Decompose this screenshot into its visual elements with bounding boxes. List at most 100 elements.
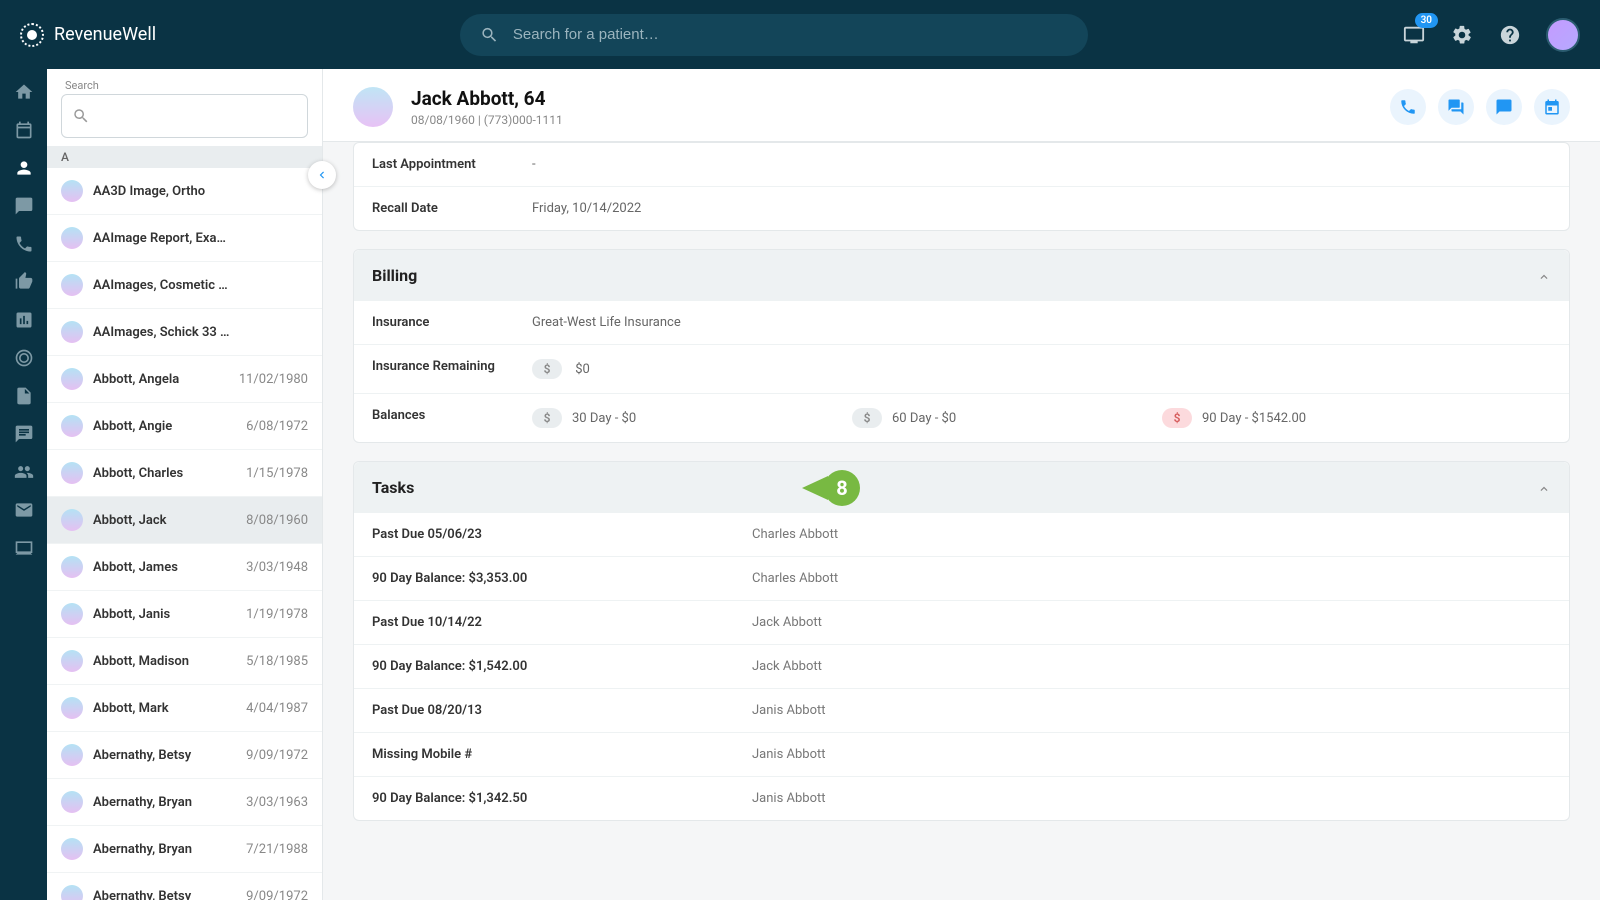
patient-row[interactable]: Abernathy, Bryan7/21/1988 bbox=[47, 826, 322, 873]
tasks-title: Tasks bbox=[372, 478, 414, 497]
nav-team[interactable] bbox=[13, 461, 35, 483]
task-row[interactable]: Missing Mobile #Janis Abbott bbox=[354, 733, 1569, 777]
task-person: Jack Abbott bbox=[752, 615, 822, 630]
task-description: Missing Mobile # bbox=[372, 747, 752, 762]
patient-row[interactable]: Abbott, Jack8/08/1960 bbox=[47, 497, 322, 544]
patient-row[interactable]: Abbott, Janis1/19/1978 bbox=[47, 591, 322, 638]
nav-messages[interactable] bbox=[13, 195, 35, 217]
nav-phone[interactable] bbox=[13, 233, 35, 255]
task-row[interactable]: 90 Day Balance: $3,353.00Charles Abbott bbox=[354, 557, 1569, 601]
global-search[interactable] bbox=[460, 14, 1088, 56]
task-description: 90 Day Balance: $1,342.50 bbox=[372, 791, 752, 806]
patient-dob: 3/03/1948 bbox=[246, 560, 308, 575]
patient-row[interactable]: Abernathy, Betsy9/09/1972 bbox=[47, 732, 322, 779]
patient-row[interactable]: Abbott, Angie6/08/1972 bbox=[47, 403, 322, 450]
task-person: Jack Abbott bbox=[752, 659, 822, 674]
billing-card: Billing Insurance Great-West Life Insura… bbox=[353, 249, 1570, 443]
phone-icon bbox=[14, 234, 34, 254]
insurance-label: Insurance bbox=[372, 315, 532, 330]
patient-avatar-small bbox=[61, 509, 83, 531]
sidebar-search[interactable] bbox=[61, 94, 308, 138]
task-row[interactable]: Past Due 05/06/23Charles Abbott bbox=[354, 513, 1569, 557]
patient-list[interactable]: A AA3D Image, OrthoAAImage Report, Exa… A… bbox=[47, 146, 322, 900]
nav-device[interactable] bbox=[13, 537, 35, 559]
patient-avatar-small bbox=[61, 180, 83, 202]
insurance-remaining-value: $ $0 bbox=[532, 359, 590, 379]
task-row[interactable]: Past Due 08/20/13Janis Abbott bbox=[354, 689, 1569, 733]
target-icon bbox=[14, 348, 34, 368]
patient-row[interactable]: AA3D Image, Ortho bbox=[47, 168, 322, 215]
nav-analytics[interactable] bbox=[13, 309, 35, 331]
patient-avatar-small bbox=[61, 462, 83, 484]
laptop-icon bbox=[14, 538, 34, 558]
nav-patients[interactable] bbox=[13, 157, 35, 179]
billing-header[interactable]: Billing bbox=[354, 250, 1569, 301]
patient-dob: 1/19/1978 bbox=[246, 607, 308, 622]
task-row[interactable]: Past Due 10/14/22Jack Abbott bbox=[354, 601, 1569, 645]
brand-logo[interactable]: RevenueWell bbox=[20, 23, 156, 47]
patient-dob: 11/02/1980 bbox=[239, 372, 308, 387]
patient-row[interactable]: Abbott, Charles1/15/1978 bbox=[47, 450, 322, 497]
nav-reviews[interactable] bbox=[13, 271, 35, 293]
patient-avatar-small bbox=[61, 838, 83, 860]
tasks-header[interactable]: Tasks 8 bbox=[354, 462, 1569, 513]
patient-dob: 9/09/1972 bbox=[246, 748, 308, 763]
patient-dob: 9/09/1972 bbox=[246, 889, 308, 900]
phone-call-icon bbox=[1399, 98, 1417, 116]
billing-title: Billing bbox=[372, 266, 417, 285]
chat-button[interactable] bbox=[1438, 89, 1474, 125]
patient-row[interactable]: Abernathy, Bryan3/03/1963 bbox=[47, 779, 322, 826]
calendar-icon bbox=[14, 120, 34, 140]
patient-avatar bbox=[353, 87, 393, 127]
patient-row[interactable]: AAImages, Schick 33 … bbox=[47, 309, 322, 356]
user-avatar[interactable] bbox=[1546, 18, 1580, 52]
brand-name: RevenueWell bbox=[54, 24, 156, 45]
message-button[interactable] bbox=[1486, 89, 1522, 125]
patient-title: Jack Abbott, 64 bbox=[411, 87, 563, 110]
nav-calendar[interactable] bbox=[13, 119, 35, 141]
search-icon bbox=[72, 107, 90, 125]
chevron-up-icon bbox=[1537, 482, 1551, 496]
patient-name: Abbott, Madison bbox=[93, 654, 246, 669]
nav-campaigns[interactable] bbox=[13, 347, 35, 369]
call-button[interactable] bbox=[1390, 89, 1426, 125]
chart-icon bbox=[14, 310, 34, 330]
patient-name: AAImages, Schick 33 … bbox=[93, 325, 308, 340]
nav-home[interactable] bbox=[13, 81, 35, 103]
insurance-value: Great-West Life Insurance bbox=[532, 315, 681, 330]
task-row[interactable]: 90 Day Balance: $1,342.50Janis Abbott bbox=[354, 777, 1569, 820]
patient-avatar-small bbox=[61, 791, 83, 813]
task-description: Past Due 05/06/23 bbox=[372, 527, 752, 542]
task-person: Janis Abbott bbox=[752, 703, 826, 718]
patient-row[interactable]: Abernathy, Betsy9/09/1972 bbox=[47, 873, 322, 900]
task-row[interactable]: 90 Day Balance: $1,542.00Jack Abbott bbox=[354, 645, 1569, 689]
schedule-button[interactable] bbox=[1534, 89, 1570, 125]
nav-email[interactable] bbox=[13, 499, 35, 521]
tasks-count-badge: 8 bbox=[824, 470, 860, 506]
patient-dob: 4/04/1987 bbox=[246, 701, 308, 716]
patient-row[interactable]: Abbott, Angela11/02/1980 bbox=[47, 356, 322, 403]
screen-share-button[interactable]: 30 bbox=[1402, 23, 1426, 47]
chevron-up-icon bbox=[1537, 270, 1551, 284]
patient-row[interactable]: Abbott, James3/03/1948 bbox=[47, 544, 322, 591]
patient-avatar-small bbox=[61, 274, 83, 296]
task-person: Janis Abbott bbox=[752, 747, 826, 762]
document-icon bbox=[14, 386, 34, 406]
last-appointment-value: - bbox=[532, 157, 536, 172]
patient-name: AAImages, Cosmetic … bbox=[93, 278, 308, 293]
patient-avatar-small bbox=[61, 697, 83, 719]
settings-button[interactable] bbox=[1450, 23, 1474, 47]
list-letter-header: A bbox=[47, 146, 322, 168]
nav-documents[interactable] bbox=[13, 385, 35, 407]
collapse-panel-button[interactable] bbox=[308, 161, 336, 189]
patient-row[interactable]: AAImages, Cosmetic … bbox=[47, 262, 322, 309]
balance-30: $ 30 Day - $0 bbox=[532, 408, 852, 428]
help-button[interactable] bbox=[1498, 23, 1522, 47]
patient-row[interactable]: Abbott, Madison5/18/1985 bbox=[47, 638, 322, 685]
nav-inbox[interactable] bbox=[13, 423, 35, 445]
patient-row[interactable]: AAImage Report, Exa… bbox=[47, 215, 322, 262]
dollar-icon: $ bbox=[852, 408, 882, 428]
balance-90: $ 90 Day - $1542.00 bbox=[1162, 408, 1306, 428]
global-search-input[interactable] bbox=[513, 26, 1068, 43]
patient-row[interactable]: Abbott, Mark4/04/1987 bbox=[47, 685, 322, 732]
